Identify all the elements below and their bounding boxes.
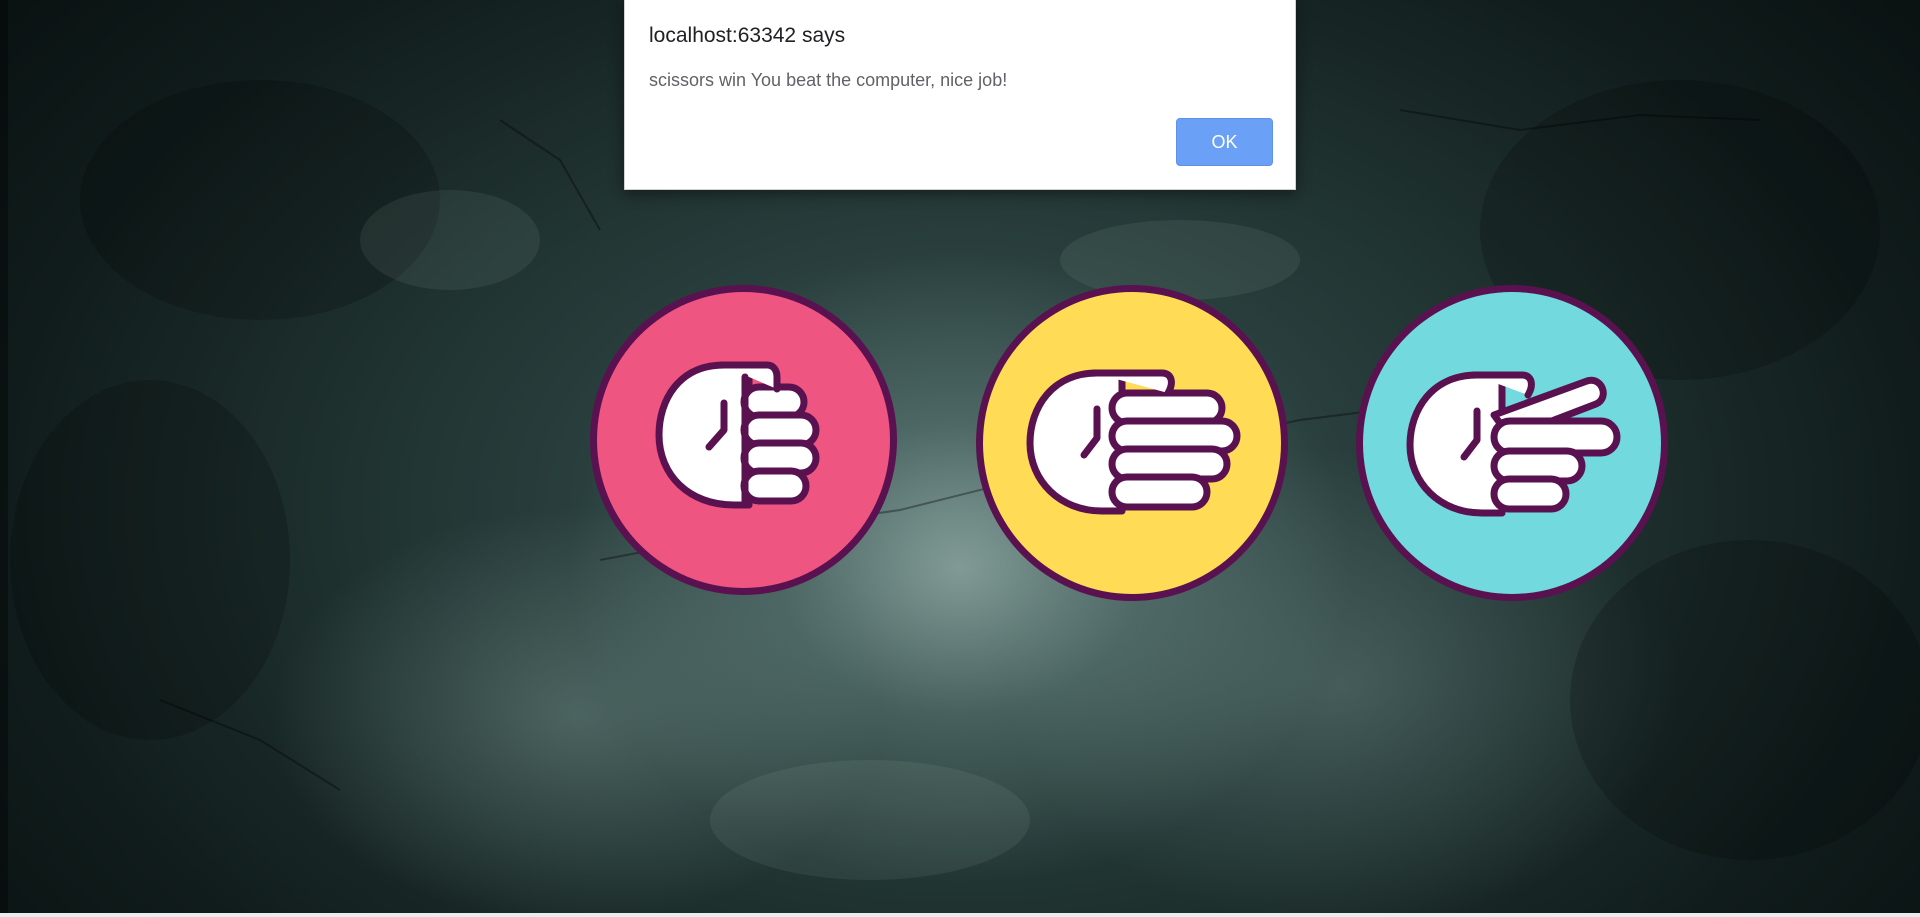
left-edge-shadow bbox=[0, 0, 8, 913]
dialog-message: scissors win You beat the computer, nice… bbox=[649, 70, 1008, 90]
scissors-button[interactable] bbox=[1356, 285, 1668, 601]
scissors-hand-icon bbox=[1406, 371, 1621, 517]
fist-icon bbox=[655, 361, 819, 509]
game-page: localhost:63342 says scissors win You be… bbox=[0, 0, 1920, 917]
ok-button[interactable]: OK bbox=[1176, 118, 1273, 166]
open-hand-icon bbox=[1026, 369, 1241, 515]
alert-dialog: localhost:63342 says scissors win You be… bbox=[624, 0, 1296, 190]
dialog-title: localhost:63342 says bbox=[649, 24, 846, 47]
paper-button[interactable] bbox=[976, 285, 1288, 601]
bottom-bar bbox=[0, 913, 1920, 917]
rock-button[interactable] bbox=[590, 285, 897, 595]
